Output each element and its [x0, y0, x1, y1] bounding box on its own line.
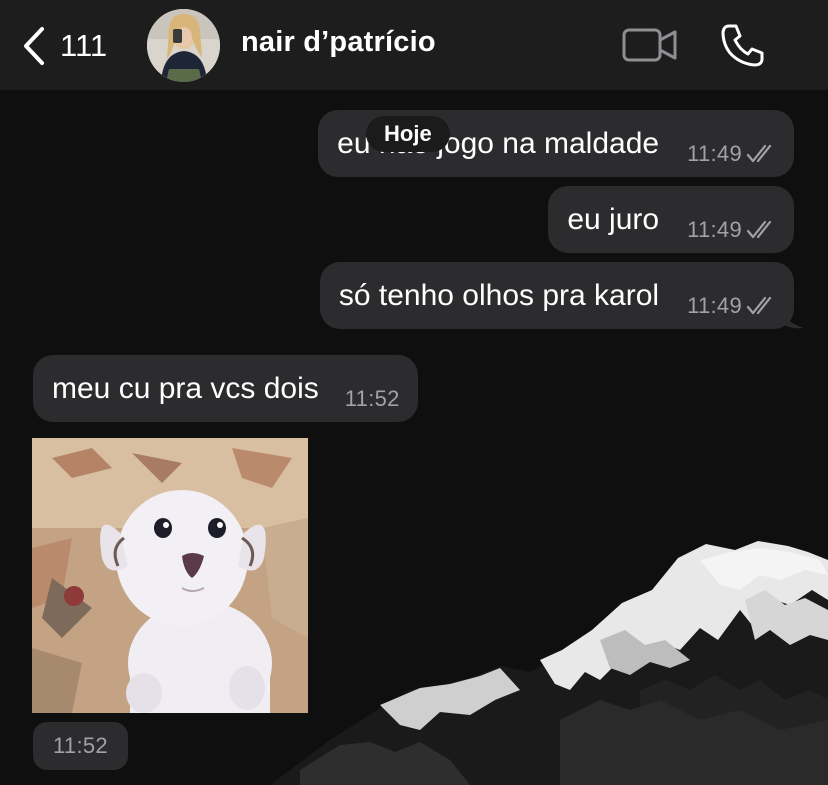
message-time: 11:49 — [687, 140, 742, 166]
contact-name[interactable]: nair d’patrício — [241, 26, 436, 59]
double-check-icon — [746, 220, 772, 238]
message-bubble-outgoing[interactable]: só tenho olhos pra karol 11:49 — [319, 262, 794, 329]
message-text: meu cu pra vcs dois — [52, 371, 319, 405]
message-time: 11:49 — [687, 292, 742, 318]
date-separator-label: Hoje — [384, 121, 432, 146]
chevron-left-icon — [24, 27, 44, 65]
message-time: 11:52 — [344, 385, 400, 411]
message-bubble-incoming[interactable]: meu cu pra vcs dois 11:52 — [33, 355, 418, 422]
back-button[interactable]: 111 — [22, 24, 107, 68]
message-time: 11:49 — [687, 216, 742, 242]
phone-icon[interactable] — [720, 22, 766, 68]
message-meta: 11:52 — [345, 386, 400, 412]
message-meta: 11:49 — [687, 141, 776, 167]
double-check-icon — [746, 296, 772, 314]
message-text: só tenho olhos pra karol — [338, 278, 660, 312]
message-time: 11:52 — [53, 733, 108, 758]
message-meta: 11:49 — [687, 217, 776, 243]
double-check-icon — [746, 144, 772, 162]
puppy-sticker-image — [32, 438, 308, 713]
message-bubble-outgoing[interactable]: eu juro 11:49 — [548, 186, 794, 253]
message-text: eu juro — [567, 202, 660, 236]
chat-header: 111 nair d’patrício — [0, 0, 828, 90]
chat-screen: 111 nair d’patrício eu não jogo na malda… — [0, 0, 828, 785]
date-separator: Hoje — [366, 116, 450, 152]
unread-count: 111 — [60, 28, 108, 63]
sticker-puppy[interactable] — [32, 438, 308, 713]
message-meta: 11:49 — [687, 293, 776, 319]
avatar-photo — [147, 9, 220, 82]
sticker-timestamp: 11:52 — [33, 722, 128, 770]
bubble-tail — [780, 306, 804, 329]
avatar[interactable] — [147, 9, 220, 82]
video-camera-icon[interactable] — [622, 27, 678, 63]
